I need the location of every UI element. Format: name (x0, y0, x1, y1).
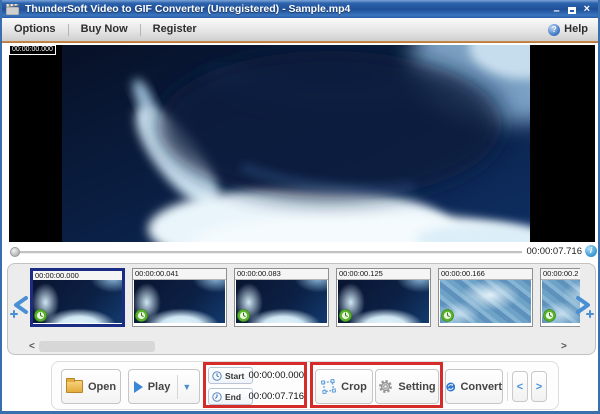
app-icon (6, 4, 20, 15)
thumbnail-item[interactable]: 00:00:00.041 (132, 268, 227, 327)
start-time-value[interactable]: 00:00:00.000 (252, 367, 304, 384)
clock-badge-icon (441, 309, 454, 322)
crop-button[interactable]: Crop (315, 369, 373, 404)
thumbnail-timestamp: 00:00:00.041 (133, 269, 226, 280)
toolbar-separator (507, 372, 508, 401)
info-icon[interactable]: i (585, 245, 597, 257)
thumbnail-strip: 00:00:00.000 00:00:00.041 00:00:00 (30, 268, 580, 330)
convert-label: Convert (460, 381, 502, 393)
app-window: ThunderSoft Video to GIF Converter (Unre… (0, 0, 600, 414)
chevron-down-icon[interactable]: ▼ (182, 382, 191, 392)
chevron-right-icon: > (536, 381, 542, 393)
playback-position-overlay: 00:00:00.000 (9, 45, 56, 55)
duration-label: 00:00:07.716 (526, 246, 582, 257)
convert-icon (446, 380, 455, 394)
setting-button[interactable]: Setting (375, 369, 439, 404)
end-label: End (225, 392, 241, 402)
scrollbar-thumb[interactable] (39, 341, 155, 352)
play-button-group[interactable]: Play ▼ (128, 369, 200, 404)
thumbnail-item[interactable]: 00:00:00.000 (30, 268, 125, 327)
menu-register[interactable]: Register (141, 18, 209, 41)
end-button[interactable]: End (208, 388, 253, 405)
chevron-left-icon: < (517, 381, 523, 393)
help-icon: ? (548, 24, 560, 36)
setting-label: Setting (398, 381, 435, 393)
scrollbar-left-arrow[interactable]: < (29, 341, 35, 353)
crop-label: Crop (341, 381, 367, 393)
thumbnail-item[interactable]: 00:00:00.166 (438, 268, 533, 327)
start-clock-icon (212, 371, 222, 381)
thumbnail-item[interactable]: 00:00:00.083 (234, 268, 329, 327)
menu-bar: Options Buy Now Register ? Help (2, 18, 598, 42)
menu-bottom-rule (2, 41, 598, 43)
thumbnail-item[interactable]: 00:00:00.125 (336, 268, 431, 327)
next-frame-button[interactable]: > (531, 371, 547, 402)
end-clock-icon (212, 392, 222, 402)
video-frame-antarctica (62, 45, 530, 242)
clock-badge-icon (135, 309, 148, 322)
button-divider (177, 375, 178, 399)
crop-icon (321, 379, 336, 394)
title-bar: ThunderSoft Video to GIF Converter (Unre… (2, 0, 598, 18)
minimize-icon[interactable]: – (553, 4, 559, 18)
window-title: ThunderSoft Video to GIF Converter (Unre… (25, 3, 350, 15)
play-icon (134, 381, 143, 393)
next-thumbnails-icon[interactable] (574, 294, 594, 320)
play-label: Play (148, 381, 171, 393)
convert-button[interactable]: Convert (445, 369, 503, 404)
start-button[interactable]: Start (208, 367, 253, 384)
help-label: Help (564, 18, 588, 41)
thumbnail-timestamp: 00:00:00.083 (235, 269, 328, 280)
clock-badge-icon (34, 309, 47, 322)
menu-help[interactable]: ? Help (548, 18, 588, 41)
thumbnail-panel: 00:00:00.000 00:00:00.041 00:00:00 (7, 263, 596, 355)
thumbnail-timestamp: 00:00:00.125 (337, 269, 430, 280)
scrollbar-right-arrow[interactable]: > (561, 341, 567, 353)
prev-frame-button[interactable]: < (512, 371, 528, 402)
end-time-value[interactable]: 00:00:07.716 (252, 388, 304, 405)
close-icon[interactable]: × (584, 2, 590, 16)
menu-buy-now[interactable]: Buy Now (69, 18, 140, 41)
prev-thumbnails-icon[interactable] (10, 294, 30, 320)
maximize-icon[interactable] (568, 7, 576, 14)
menu-options[interactable]: Options (2, 18, 68, 41)
clock-badge-icon (339, 309, 352, 322)
open-label: Open (88, 381, 116, 393)
seek-track[interactable] (14, 251, 522, 254)
start-label: Start (225, 371, 244, 381)
thumbnail-timestamp: 00:00:00.166 (439, 269, 532, 280)
gear-icon (378, 379, 393, 394)
clock-badge-icon (237, 309, 250, 322)
video-preview[interactable]: 00:00:00.000 (9, 45, 595, 242)
thumbnail-timestamp: 00:00:00.2 (541, 269, 580, 280)
clock-badge-icon (543, 309, 556, 322)
folder-icon (66, 380, 83, 393)
seek-knob[interactable] (10, 247, 20, 257)
open-button[interactable]: Open (61, 369, 121, 404)
